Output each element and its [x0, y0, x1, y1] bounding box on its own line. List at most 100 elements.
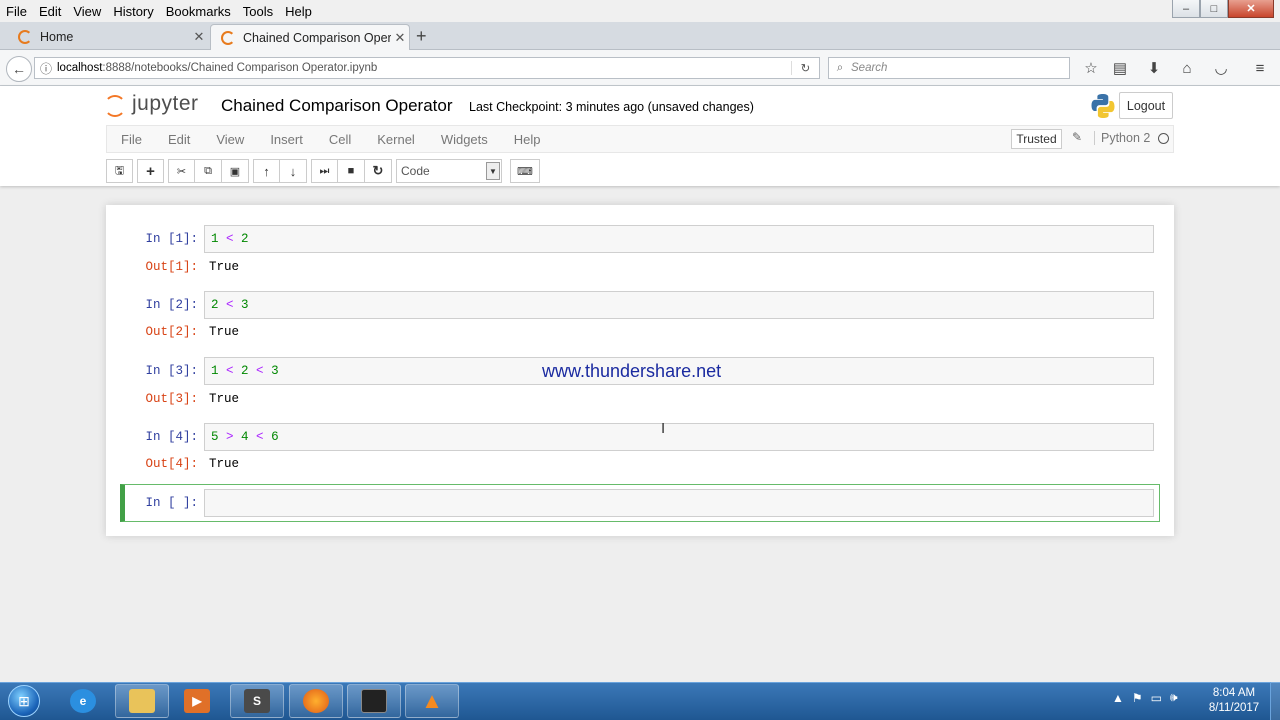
- python-logo-icon: [1091, 94, 1115, 118]
- system-tray: ▲ ⚑ ▭ 🕪: [1108, 690, 1182, 705]
- nb-menu-widgets[interactable]: Widgets: [428, 132, 501, 147]
- action-center-flag-icon[interactable]: ⚑: [1132, 691, 1143, 705]
- code-token: 2: [241, 364, 249, 378]
- taskbar-sublime[interactable]: S: [230, 684, 284, 718]
- home-icon[interactable]: ⌂: [1176, 58, 1198, 78]
- copy-button[interactable]: ⧉: [195, 159, 222, 183]
- network-icon[interactable]: ▭: [1151, 691, 1162, 705]
- code-token: 6: [271, 430, 279, 444]
- start-button[interactable]: ⊞: [4, 682, 44, 720]
- jupyter-ring-icon: [104, 93, 126, 117]
- trusted-indicator[interactable]: Trusted: [1011, 129, 1062, 149]
- download-icon[interactable]: ⬇: [1143, 58, 1165, 78]
- tab-close-icon[interactable]: ✕: [190, 29, 208, 45]
- paste-icon: ▣: [229, 165, 241, 178]
- add-cell-icon: +: [146, 162, 155, 180]
- menu-help[interactable]: Help: [279, 4, 318, 19]
- code-cell-input[interactable]: 5 > 4 < 6: [204, 423, 1154, 451]
- interrupt-button[interactable]: ■: [338, 159, 365, 183]
- pencil-icon[interactable]: ✎: [1069, 130, 1085, 144]
- cut-icon: ✂: [176, 165, 187, 178]
- minimize-button[interactable]: –: [1172, 0, 1200, 18]
- hamburger-menu-icon[interactable]: ≡: [1249, 58, 1271, 78]
- code-token: 1: [211, 364, 219, 378]
- reload-icon[interactable]: ↻: [791, 61, 819, 75]
- cut-button[interactable]: ✂: [168, 159, 195, 183]
- cell-type-select[interactable]: Code ▼: [396, 159, 502, 183]
- code-token: 4: [241, 430, 249, 444]
- jupyter-logo[interactable]: jupyter: [104, 92, 199, 117]
- notebook-title[interactable]: Chained Comparison Operator: [221, 96, 453, 116]
- code-token: 2: [241, 232, 249, 246]
- save-icon: 🖫: [114, 164, 125, 177]
- logout-button[interactable]: Logout: [1119, 92, 1173, 119]
- nb-menu-insert[interactable]: Insert: [257, 132, 316, 147]
- run-button[interactable]: ⏭: [311, 159, 338, 183]
- close-window-button[interactable]: ✕: [1228, 0, 1274, 18]
- restart-button[interactable]: ↻: [365, 159, 392, 183]
- insert-cell-button[interactable]: +: [137, 159, 164, 183]
- internet-explorer-icon: e: [70, 689, 96, 713]
- tab-notebook[interactable]: Chained Comparison Operat ✕: [210, 24, 410, 50]
- search-icon: ⌕: [836, 61, 844, 74]
- code-token: <: [248, 430, 272, 444]
- menu-bookmarks[interactable]: Bookmarks: [160, 4, 237, 19]
- move-up-button[interactable]: ↑: [253, 159, 280, 183]
- system-clock[interactable]: 8:04 AM 8/11/2017: [1196, 686, 1272, 716]
- search-input[interactable]: ⌕ Search: [828, 57, 1070, 79]
- input-prompt: In [ ]:: [145, 496, 198, 510]
- taskbar-firefox[interactable]: [289, 684, 343, 718]
- menu-tools[interactable]: Tools: [237, 4, 279, 19]
- jupyter-favicon-icon: [221, 30, 235, 45]
- text-cursor-icon: I: [661, 420, 666, 437]
- tab-close-icon[interactable]: ✕: [391, 30, 409, 46]
- code-cell-input[interactable]: 2 < 3: [204, 291, 1154, 319]
- url-bar[interactable]: ⓘ localhost :8888/notebooks/Chained Comp…: [34, 57, 820, 79]
- watermark-text: www.thundershare.net: [542, 361, 722, 381]
- paste-button[interactable]: ▣: [222, 159, 249, 183]
- back-button[interactable]: ←: [6, 56, 32, 82]
- file-explorer-icon: [129, 689, 155, 713]
- menu-file[interactable]: File: [0, 4, 33, 19]
- nb-menu-help[interactable]: Help: [501, 132, 554, 147]
- restart-icon: ↻: [372, 163, 384, 178]
- output-prompt: Out[1]:: [145, 260, 198, 274]
- move-down-button[interactable]: ↓: [280, 159, 307, 183]
- nb-menu-cell[interactable]: Cell: [316, 132, 364, 147]
- keyboard-icon: ⌨: [517, 165, 533, 178]
- maximize-button[interactable]: □: [1200, 0, 1228, 18]
- code-token: 1: [211, 232, 219, 246]
- tray-expand-icon[interactable]: ▲: [1112, 691, 1124, 705]
- command-palette-button[interactable]: ⌨: [510, 159, 540, 183]
- info-icon[interactable]: ⓘ: [35, 60, 57, 77]
- taskbar-media[interactable]: ▶: [170, 684, 224, 718]
- taskbar-cmd[interactable]: [347, 684, 401, 718]
- output-prompt: Out[3]:: [145, 392, 198, 406]
- nb-menu-file[interactable]: File: [107, 132, 155, 147]
- reading-list-icon[interactable]: ▤: [1109, 58, 1131, 78]
- output-prompt: Out[4]:: [145, 457, 198, 471]
- menu-history[interactable]: History: [107, 4, 159, 19]
- code-cell-input[interactable]: 1 < 2: [204, 225, 1154, 253]
- menu-view[interactable]: View: [67, 4, 107, 19]
- run-icon: ⏭: [319, 164, 330, 177]
- bookmark-star-icon[interactable]: ☆: [1080, 58, 1102, 78]
- taskbar-ie[interactable]: e: [56, 684, 110, 718]
- volume-icon[interactable]: 🕪: [1170, 690, 1178, 705]
- save-button[interactable]: 🖫: [106, 159, 133, 183]
- show-desktop-button[interactable]: [1270, 682, 1280, 720]
- nb-menu-view[interactable]: View: [203, 132, 257, 147]
- nb-menu-edit[interactable]: Edit: [155, 132, 203, 147]
- taskbar-vlc[interactable]: ▲: [405, 684, 459, 718]
- taskbar-explorer[interactable]: [115, 684, 169, 718]
- tab-bar: Home ✕ Chained Comparison Operat ✕: [0, 22, 1280, 50]
- nb-menu-kernel[interactable]: Kernel: [364, 132, 428, 147]
- new-tab-button[interactable]: +: [416, 26, 427, 47]
- input-prompt: In [3]:: [145, 364, 198, 378]
- pocket-icon[interactable]: ◡: [1210, 58, 1232, 78]
- code-cell-input-empty[interactable]: [204, 489, 1154, 517]
- menu-edit[interactable]: Edit: [33, 4, 67, 19]
- tab-home[interactable]: Home ✕: [8, 24, 208, 50]
- input-prompt: In [4]:: [145, 430, 198, 444]
- cell-output: True: [209, 392, 240, 406]
